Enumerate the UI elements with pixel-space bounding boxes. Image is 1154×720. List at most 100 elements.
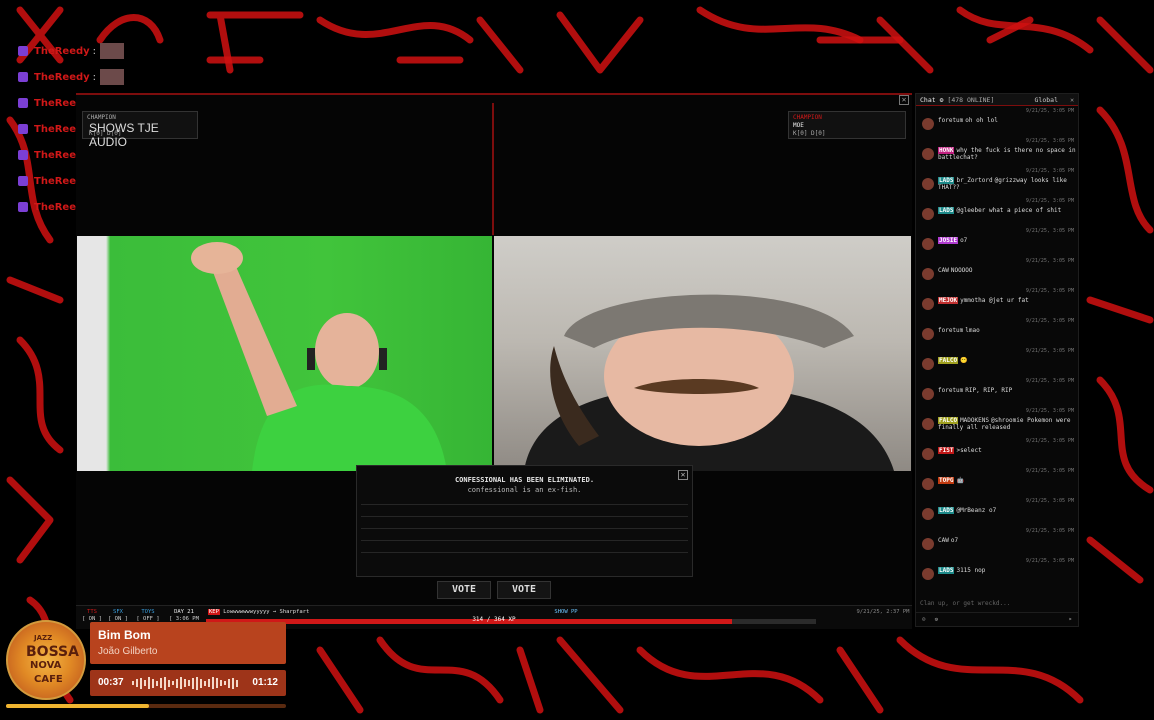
chat-text: @MrBeanz o7 bbox=[956, 507, 997, 514]
avatar[interactable] bbox=[922, 418, 934, 430]
chat-text: oh oh lol bbox=[965, 117, 998, 124]
waveform-bar bbox=[200, 678, 202, 688]
chat-timestamp: 9/21/25, 3:05 PM bbox=[1025, 468, 1074, 474]
chat-text: 😶 bbox=[960, 357, 968, 364]
chat-message: 9/21/25, 3:05 PM FALCO 😶 bbox=[916, 348, 1078, 378]
vote-button[interactable]: VOTE bbox=[497, 581, 551, 599]
avatar[interactable] bbox=[922, 358, 934, 370]
avatar[interactable] bbox=[922, 118, 934, 130]
player-stats: K[0] D[0] bbox=[793, 130, 826, 137]
dialog-lines bbox=[361, 504, 688, 564]
chat-text: lmao bbox=[965, 327, 980, 334]
chat-input[interactable]: Clan up, or get wreckd... bbox=[920, 600, 1076, 610]
user-tag: FIST bbox=[938, 447, 955, 454]
chat-timestamp: 9/21/25, 3:05 PM bbox=[1025, 138, 1074, 144]
close-icon[interactable]: ✕ bbox=[678, 470, 688, 480]
gear-icon[interactable]: ⚙ bbox=[940, 96, 944, 104]
avatar[interactable] bbox=[922, 208, 934, 220]
track-progress[interactable] bbox=[6, 704, 286, 708]
badge-icon bbox=[18, 150, 28, 160]
user-tag: FALCO bbox=[938, 357, 959, 364]
avatar[interactable] bbox=[922, 178, 934, 190]
chat-message: 9/21/25, 3:05 PM MEJOK ymmotha @jet ur fat bbox=[916, 288, 1078, 318]
chat-messages: 9/21/25, 3:05 PM foretum oh oh lol 9/21/25,… bbox=[916, 108, 1078, 588]
avatar[interactable] bbox=[922, 448, 934, 460]
user-tag: LADS bbox=[938, 507, 955, 514]
chat-panel: Chat ⚙ [478 ONLINE] Global ✕ 9/21/25, 3:… bbox=[915, 93, 1079, 627]
right-player-label: CHAMPION MOE K[0] D[0] bbox=[788, 111, 906, 139]
chat-message: 9/21/25, 3:05 PM FALCO MADOKENS @shroomie P… bbox=[916, 408, 1078, 438]
waveform-bar bbox=[148, 677, 150, 689]
chat-username[interactable]: foretum bbox=[938, 387, 963, 394]
waveform-bar bbox=[132, 681, 134, 685]
chat-message: 9/21/25, 3:05 PM foretum oh oh lol bbox=[916, 108, 1078, 138]
now-playing-widget: JAZZ BOSSA NOVA CAFE Bim Bom João Gilber… bbox=[6, 620, 286, 712]
vote-button[interactable]: VOTE bbox=[437, 581, 491, 599]
online-count: [478 ONLINE] bbox=[947, 96, 995, 104]
avatar[interactable] bbox=[922, 478, 934, 490]
user-tag: LADS bbox=[938, 567, 955, 574]
divider bbox=[492, 103, 494, 235]
avatar[interactable] bbox=[922, 298, 934, 310]
avatar[interactable] bbox=[922, 148, 934, 160]
user-tag: FALCO bbox=[938, 417, 959, 424]
chat-text: @gleeber what a piece of shit bbox=[956, 207, 1062, 214]
chat-title: Chat bbox=[920, 96, 936, 104]
chat-timestamp: 9/21/25, 3:05 PM bbox=[1025, 348, 1074, 354]
emoji-icon[interactable]: ☺ bbox=[922, 617, 925, 623]
close-icon[interactable]: ✕ bbox=[899, 95, 909, 105]
overlay-chat-sep: : bbox=[92, 71, 97, 83]
avatar[interactable] bbox=[922, 538, 934, 550]
chat-username[interactable]: CAW bbox=[938, 267, 949, 274]
chat-message: 9/21/25, 3:05 PM LADS br_Zortord @grizzway … bbox=[916, 168, 1078, 198]
chat-timestamp: 9/21/25, 3:05 PM bbox=[1025, 438, 1074, 444]
close-icon[interactable]: ✕ bbox=[1070, 94, 1074, 106]
waveform-bar bbox=[156, 680, 158, 686]
badge-icon bbox=[18, 98, 28, 108]
send-icon[interactable]: ➤ bbox=[1069, 613, 1072, 627]
total-time: 01:12 bbox=[252, 677, 278, 688]
waveform-bar bbox=[208, 679, 210, 687]
dialog-title: CONFESSIONAL HAS BEEN ELIMINATED. bbox=[454, 476, 595, 484]
waveform-bar bbox=[236, 679, 238, 687]
waveform-bar bbox=[164, 676, 166, 690]
chat-username[interactable]: br_Zortord bbox=[956, 177, 992, 184]
avatar[interactable] bbox=[922, 388, 934, 400]
waveform-bar bbox=[180, 677, 182, 689]
waveform-bar bbox=[184, 679, 186, 687]
overlay-chat-row: TheReedy: bbox=[18, 64, 138, 90]
badge-icon bbox=[18, 46, 28, 56]
waveform-bar bbox=[196, 676, 198, 690]
waveform-bar bbox=[176, 678, 178, 688]
chat-username[interactable]: foretum bbox=[938, 327, 963, 334]
badge-icon bbox=[18, 124, 28, 134]
user-tag: HONK bbox=[938, 147, 955, 154]
chat-text: >select bbox=[956, 447, 982, 454]
badge-icon bbox=[18, 72, 28, 82]
player-stats: K[0] D[0] bbox=[89, 130, 122, 137]
avatar[interactable] bbox=[922, 568, 934, 580]
chat-scope-select[interactable]: Global bbox=[1035, 94, 1058, 106]
track-artist: João Gilberto bbox=[98, 646, 158, 657]
avatar[interactable] bbox=[922, 268, 934, 280]
chat-username[interactable]: MADOKENS bbox=[960, 417, 989, 424]
waveform-bar bbox=[192, 677, 194, 689]
user-tag: LADS bbox=[938, 177, 955, 184]
player-name: MOE bbox=[793, 122, 804, 129]
chat-timestamp: 9/21/25, 3:05 PM bbox=[1025, 258, 1074, 264]
webcam-left bbox=[77, 236, 492, 471]
settings-icon[interactable]: ⚙ bbox=[935, 617, 938, 623]
avatar[interactable] bbox=[922, 328, 934, 340]
overlay-chat-sep: : bbox=[92, 45, 97, 57]
chat-username[interactable]: CAW bbox=[938, 537, 949, 544]
avatar[interactable] bbox=[922, 238, 934, 250]
chat-username[interactable]: foretum bbox=[938, 117, 963, 124]
elapsed-time: 00:37 bbox=[98, 677, 124, 688]
confessional-dialog: ✕ CONFESSIONAL HAS BEEN ELIMINATED. conf… bbox=[356, 465, 693, 577]
chat-header: Chat ⚙ [478 ONLINE] Global ✕ bbox=[916, 94, 1078, 106]
waveform-bar bbox=[220, 680, 222, 686]
waveform-bar bbox=[204, 680, 206, 686]
waveform-bar bbox=[168, 679, 170, 687]
chat-text: o7 bbox=[960, 237, 968, 244]
avatar[interactable] bbox=[922, 508, 934, 520]
